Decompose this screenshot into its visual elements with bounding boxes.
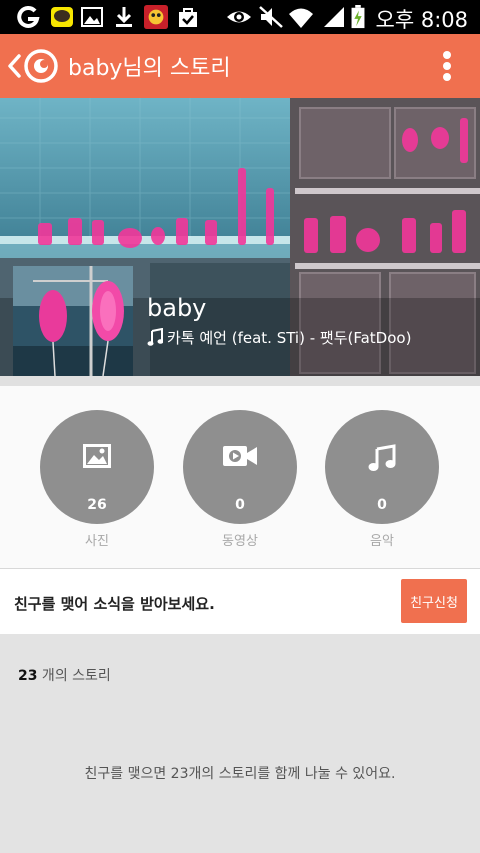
story-count-number: 23 (18, 668, 38, 684)
music-label: 음악 (370, 534, 394, 549)
stories-section: 23 개의 스토리 친구를 맺으면 23개의 스토리를 함께 나눌 수 있어요. (0, 634, 480, 853)
kakaotalk-icon (51, 7, 73, 27)
kakaostory-logo[interactable] (24, 49, 58, 83)
chevron-left-icon[interactable] (6, 52, 22, 80)
stories-locked-message: 친구를 맺으면 23개의 스토리를 함께 나눌 수 있어요. (84, 766, 396, 782)
videos-label: 동영상 (222, 534, 258, 549)
mute-icon (259, 6, 283, 28)
music-button[interactable]: 0 (325, 410, 439, 524)
eye-icon (227, 11, 251, 23)
music-note-icon (147, 328, 163, 346)
game-icon (144, 5, 168, 29)
profile-photo[interactable] (13, 266, 133, 386)
video-icon (223, 446, 257, 466)
profile-song[interactable]: 카톡 예언 (feat. STi) - 팻두(FatDoo) (147, 327, 411, 348)
photos-label: 사진 (85, 534, 109, 549)
cover-divider (0, 376, 480, 386)
status-time: 오후 8:08 (375, 8, 468, 32)
song-title: 카톡 예언 (feat. STi) - 팻두(FatDoo) (167, 329, 412, 347)
download-icon (116, 7, 132, 27)
photos-button[interactable]: 26 (40, 410, 154, 524)
image-icon (83, 444, 111, 468)
media-counts: 26 사진 0 동영상 0 음악 (0, 386, 480, 568)
signal-icon (324, 7, 344, 27)
photos-count: 26 (87, 497, 107, 513)
story-count: 23 개의 스토리 (18, 665, 111, 685)
music-count: 0 (377, 497, 387, 513)
app-bar: baby님의 스토리 (0, 34, 480, 98)
wifi-icon (289, 8, 313, 28)
videos-button[interactable]: 0 (183, 410, 297, 524)
more-vert-icon[interactable] (442, 51, 452, 81)
friend-request-bar: 친구를 맺어 소식을 받아보세요. 친구신청 (0, 569, 480, 634)
g-icon (17, 5, 40, 28)
profile-name: baby (147, 294, 207, 322)
app-title: baby님의 스토리 (68, 56, 231, 81)
story-count-label: 개의 스토리 (37, 668, 111, 684)
bag-check-icon (179, 8, 197, 27)
status-bar: 오후 8:08 (0, 0, 480, 34)
image-icon (81, 7, 103, 27)
videos-count: 0 (235, 497, 245, 513)
friend-request-message: 친구를 맺어 소식을 받아보세요. (14, 595, 215, 613)
music-icon (368, 444, 396, 471)
battery-charging-icon (351, 5, 365, 29)
add-friend-button[interactable]: 친구신청 (401, 579, 467, 623)
